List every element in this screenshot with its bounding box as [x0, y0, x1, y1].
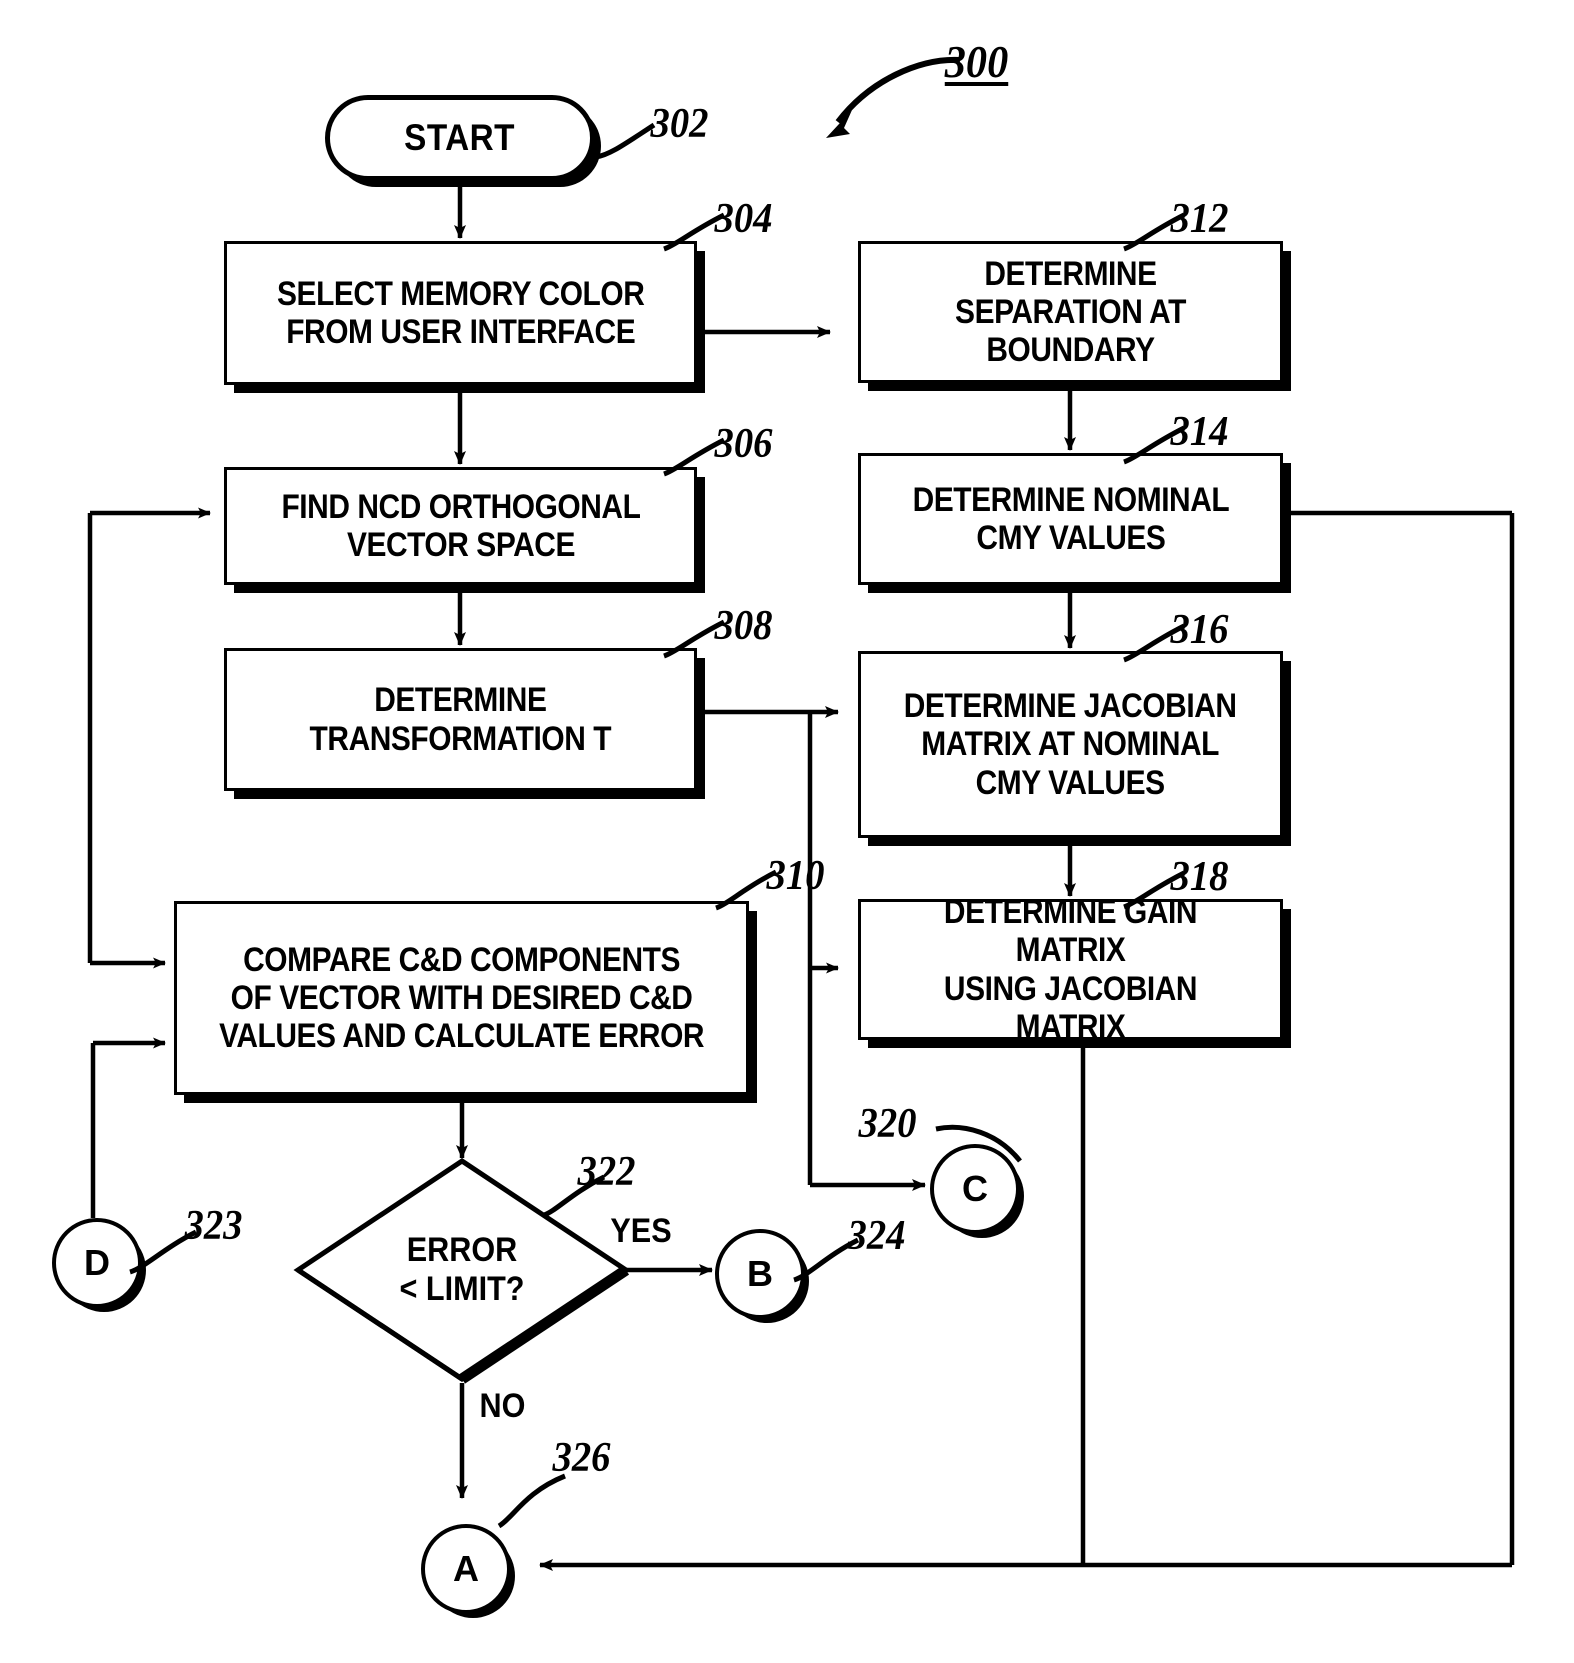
- ref-316: 316: [1170, 607, 1229, 653]
- node-start-label: START: [404, 117, 516, 158]
- node-compare-cd-components: COMPARE C&D COMPONENTS OF VECTOR WITH DE…: [174, 901, 749, 1095]
- ref-302: 302: [650, 101, 709, 147]
- ref-304: 304: [714, 196, 773, 242]
- ref-310: 310: [766, 853, 825, 899]
- branch-label-no: NO: [479, 1387, 526, 1425]
- node-determine-nominal-cmy: DETERMINE NOMINAL CMY VALUES: [858, 453, 1283, 585]
- node-314-label: DETERMINE NOMINAL CMY VALUES: [912, 480, 1229, 557]
- node-start: START: [325, 95, 595, 181]
- diamond-line-2: < LIMIT?: [399, 1270, 525, 1308]
- ref-308: 308: [714, 603, 773, 649]
- node-select-memory-color: SELECT MEMORY COLOR FROM USER INTERFACE: [224, 241, 697, 385]
- ref-306: 306: [714, 421, 773, 467]
- ref-312: 312: [1170, 196, 1229, 242]
- ref-323: 323: [184, 1203, 243, 1249]
- ref-326: 326: [552, 1435, 611, 1481]
- ref-318: 318: [1170, 854, 1229, 900]
- connector-a-label: A: [453, 1548, 479, 1589]
- ref-322: 322: [577, 1149, 636, 1195]
- node-310-label: COMPARE C&D COMPONENTS OF VECTOR WITH DE…: [218, 940, 704, 1056]
- node-318-label: DETERMINE GAIN MATRIX USING JACOBIAN MAT…: [943, 893, 1198, 1046]
- node-determine-gain-matrix: DETERMINE GAIN MATRIX USING JACOBIAN MAT…: [858, 893, 1283, 1046]
- node-find-ncd-vector-space: FIND NCD ORTHOGONAL VECTOR SPACE: [224, 467, 697, 585]
- node-determine-separation: DETERMINE SEPARATION AT BOUNDARY: [858, 241, 1283, 383]
- ref-320: 320: [858, 1101, 917, 1147]
- ref-324: 324: [847, 1213, 906, 1259]
- node-308-label: DETERMINE TRANSFORMATION T: [309, 681, 612, 758]
- connector-b-label: B: [747, 1253, 773, 1294]
- ref-314: 314: [1170, 409, 1229, 455]
- figure-number: 300: [944, 36, 1009, 87]
- node-304-label: SELECT MEMORY COLOR FROM USER INTERFACE: [276, 274, 645, 351]
- branch-label-yes: YES: [610, 1212, 672, 1250]
- node-determine-transformation: DETERMINE TRANSFORMATION T: [224, 648, 697, 791]
- connector-d-label: D: [84, 1242, 110, 1283]
- diamond-line-1: ERROR: [406, 1230, 518, 1269]
- flowchart-canvas: 300 START 302 SELECT MEMORY COLOR FROM U…: [0, 0, 1574, 1663]
- node-312-label: DETERMINE SEPARATION AT BOUNDARY: [955, 254, 1186, 370]
- node-determine-jacobian-matrix: DETERMINE JACOBIAN MATRIX AT NOMINAL CMY…: [858, 651, 1283, 838]
- node-316-label: DETERMINE JACOBIAN MATRIX AT NOMINAL CMY…: [904, 687, 1237, 802]
- leader-320: [935, 1124, 1022, 1163]
- connector-a: A: [421, 1524, 511, 1614]
- node-306-label: FIND NCD ORTHOGONAL VECTOR SPACE: [281, 487, 640, 564]
